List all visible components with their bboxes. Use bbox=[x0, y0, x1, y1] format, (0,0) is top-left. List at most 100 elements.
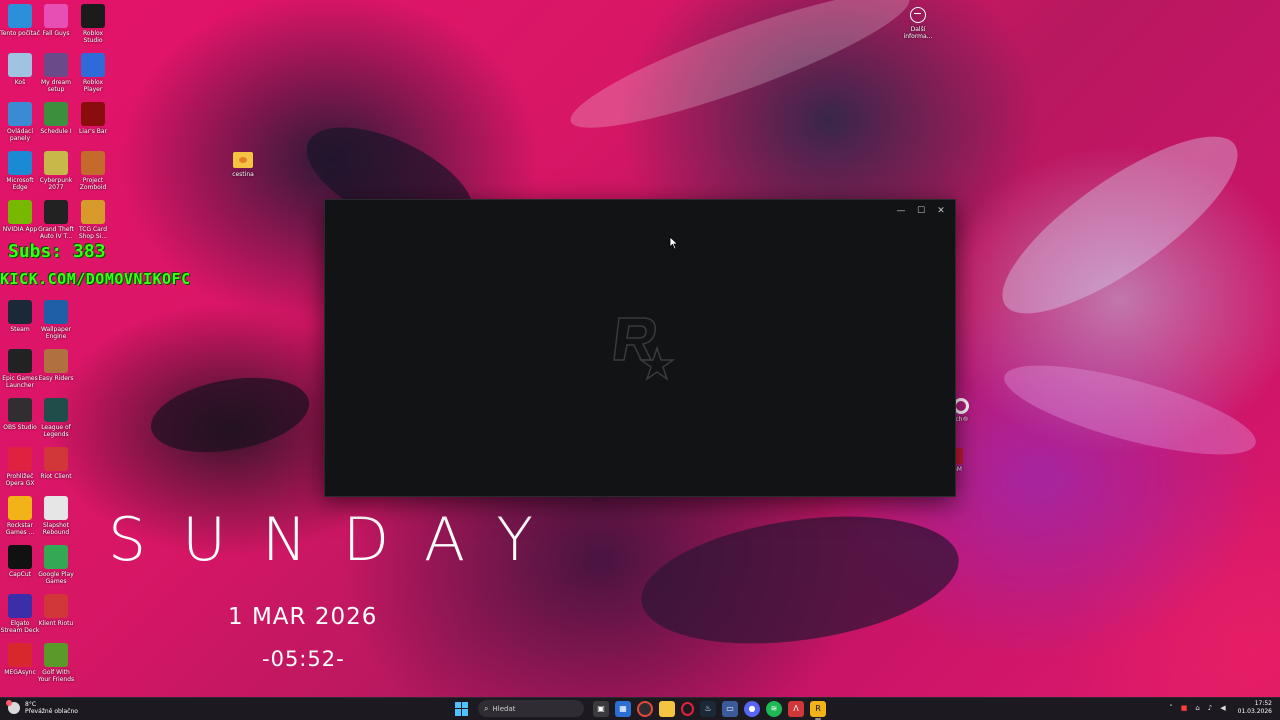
discord-icon[interactable]: ● bbox=[744, 700, 760, 717]
desktop-icon-recycle-bin[interactable]: Koš bbox=[0, 53, 40, 86]
schedule-icon bbox=[44, 102, 68, 126]
rockstar-launcher-window[interactable]: — ☐ ✕ bbox=[324, 199, 956, 497]
desktop-icon-partial-em[interactable]: eM bbox=[953, 448, 973, 473]
desktop-icon-roblox-player[interactable]: Roblox Player bbox=[73, 53, 113, 93]
desktop-icon-wallpaper-engine[interactable]: Wallpaper Engine bbox=[36, 300, 76, 340]
golf-icon bbox=[44, 643, 68, 667]
desktop-folder-cestina[interactable]: cestina bbox=[231, 152, 255, 178]
taskbar-search-box[interactable]: ⌕ Hledat bbox=[478, 700, 584, 717]
control-panel-icon bbox=[8, 102, 32, 126]
start-button[interactable] bbox=[455, 701, 469, 716]
desktop-icon-label: Roblox Studio bbox=[82, 30, 104, 44]
taskbar-center: ⌕ Hledat ▣ ▦ ♨ ▭ ● ≋ Λ R bbox=[455, 700, 829, 720]
chevron-up-icon[interactable]: ˄ bbox=[1169, 704, 1173, 712]
desktop-icon-rockstar[interactable]: Rockstar Games ... bbox=[0, 496, 40, 536]
file-explorer-icon[interactable] bbox=[659, 700, 675, 717]
widgets-icon[interactable]: ▦ bbox=[615, 700, 631, 717]
capcut-icon bbox=[8, 545, 32, 569]
desktop-icon-label: Roblox Player bbox=[82, 79, 104, 93]
desktop-icon-slapshot[interactable]: Slapshot Rebound bbox=[36, 496, 76, 536]
stream-deck-icon bbox=[8, 594, 32, 618]
steam-icon[interactable]: ♨ bbox=[700, 700, 716, 717]
desktop-icon-label: Fall Guys bbox=[42, 30, 70, 37]
rockstar-launcher-taskbar-icon[interactable]: R bbox=[810, 700, 826, 720]
desktop-icon-label: MEGAsync bbox=[4, 669, 36, 676]
riot-client-icon bbox=[44, 594, 68, 618]
desktop-icon-riot-client[interactable]: Klient Riotu bbox=[36, 594, 76, 627]
desktop-icon-nvidia[interactable]: NVIDIA App bbox=[0, 200, 40, 233]
desktop-icon-label: Riot Client bbox=[40, 473, 72, 480]
desktop-icon-liars-bar[interactable]: Liar's Bar bbox=[73, 102, 113, 135]
desktop-icon-label: Grand Theft Auto IV T... bbox=[38, 226, 74, 240]
desktop-icon-project-zomboid[interactable]: Project Zomboid bbox=[73, 151, 113, 191]
desktop-icon-schedule[interactable]: Schedule I bbox=[36, 102, 76, 135]
desktop-icon-label: TCG Card Shop Si... bbox=[78, 226, 108, 240]
maximize-button[interactable]: ☐ bbox=[911, 203, 931, 219]
desktop-icon-mega[interactable]: MEGAsync bbox=[0, 643, 40, 676]
desktop-icon-label: My dream setup bbox=[41, 79, 71, 93]
desktop-icon-label: League of Legends bbox=[41, 424, 71, 438]
antivirus-icon[interactable]: ■ bbox=[1181, 704, 1188, 712]
wallpaper-streak bbox=[633, 498, 967, 662]
obs-icon bbox=[8, 398, 32, 422]
desktop-icon-league-of-legends[interactable]: League of Legends bbox=[36, 398, 76, 438]
desktop-icon-edge[interactable]: Microsoft Edge bbox=[0, 151, 40, 191]
riot-client-icon bbox=[44, 447, 68, 471]
league-of-legends-icon bbox=[44, 398, 68, 422]
desktop-icon-label: NVIDIA App bbox=[2, 226, 38, 233]
weather-description: Převážně oblačno bbox=[25, 708, 78, 715]
desktop-icon-google-play-games[interactable]: Google Play Games bbox=[36, 545, 76, 585]
desktop-icon-my-dream-setup[interactable]: My dream setup bbox=[36, 53, 76, 93]
wallpaper-engine-icon bbox=[44, 300, 68, 324]
microphone-icon[interactable]: ♪ bbox=[1208, 704, 1212, 712]
minimize-button[interactable]: — bbox=[891, 203, 911, 219]
desktop-icon-obs[interactable]: OBS Studio bbox=[0, 398, 40, 431]
desktop-icon-opera-gx[interactable]: Prohlížeč Opera GX bbox=[0, 447, 40, 487]
taskbar-weather-widget[interactable]: 8°C Převážně oblačno bbox=[6, 700, 78, 715]
desktop-icon-epic-games[interactable]: Epic Games Launcher bbox=[0, 349, 40, 389]
desktop-icon-capcut[interactable]: CapCut bbox=[0, 545, 40, 578]
desktop-icon-tcg-card-shop[interactable]: TCG Card Shop Si... bbox=[73, 200, 113, 240]
desktop-icon-dalsi-informace[interactable]: Další informa... bbox=[903, 7, 933, 40]
tcg-card-shop-icon bbox=[81, 200, 105, 224]
desktop-icon-label: Google Play Games bbox=[38, 571, 74, 585]
google-play-games-icon bbox=[44, 545, 68, 569]
spotify-icon[interactable]: ≋ bbox=[766, 700, 782, 717]
volume-icon[interactable]: ◀ bbox=[1220, 704, 1225, 712]
desktop-icon-steam[interactable]: Steam bbox=[0, 300, 40, 333]
desktop-icon-label: Project Zomboid bbox=[79, 177, 107, 191]
mega-icon bbox=[8, 643, 32, 667]
desktop-icon-label: OBS Studio bbox=[3, 424, 37, 431]
desktop-icon-riot-client[interactable]: Riot Client bbox=[36, 447, 76, 480]
monitor-app-icon[interactable]: ▭ bbox=[722, 700, 738, 717]
stream-kick-url: KICK.COM/DOMOVNIKOFC bbox=[0, 270, 191, 288]
desktop-icon-computer[interactable]: Tento počítač bbox=[0, 4, 40, 37]
opera-gx-icon[interactable] bbox=[681, 701, 694, 716]
desktop-icon-golf[interactable]: Golf With Your Friends bbox=[36, 643, 76, 683]
desktop-icon-roblox-studio[interactable]: Roblox Studio bbox=[73, 4, 113, 44]
desktop-icon-cyberpunk[interactable]: Cyberpunk 2077 bbox=[36, 151, 76, 191]
opera-gx-icon bbox=[8, 447, 32, 471]
desktop-icon-label: Klient Riotu bbox=[38, 620, 74, 627]
task-view-icon[interactable]: ▣ bbox=[593, 700, 609, 717]
desktop-icon-easy-riders[interactable]: Easy Riders bbox=[36, 349, 76, 382]
liars-bar-icon bbox=[81, 102, 105, 126]
desktop-icon-gta-iv[interactable]: Grand Theft Auto IV T... bbox=[36, 200, 76, 240]
wallpaper-streak bbox=[979, 107, 1261, 343]
riot-client-icon[interactable]: Λ bbox=[788, 700, 804, 717]
chrome-icon[interactable] bbox=[637, 700, 653, 717]
desktop-icon-stream-deck[interactable]: Elgato Stream Deck bbox=[0, 594, 40, 634]
steam-icon bbox=[8, 300, 32, 324]
desktop-icon-partial-watch[interactable]: tch® bbox=[953, 398, 973, 423]
desktop-icon-label: Schedule I bbox=[40, 128, 72, 135]
desktop-icon-control-panel[interactable]: Ovládací panely bbox=[0, 102, 40, 142]
taskbar-clock[interactable]: 17:52 01.03.2026 bbox=[1238, 700, 1272, 716]
recycle-bin-icon bbox=[8, 53, 32, 77]
wallpaper-streak bbox=[145, 366, 315, 464]
close-button[interactable]: ✕ bbox=[931, 203, 951, 219]
wallpaper-time: -05:52- bbox=[262, 647, 345, 671]
network-icon[interactable]: ⌂ bbox=[1195, 704, 1199, 712]
desktop-icon-fall-guys[interactable]: Fall Guys bbox=[36, 4, 76, 37]
desktop-icon-label: Elgato Stream Deck bbox=[0, 620, 40, 634]
wallpaper-date: 1 MAR 2026 bbox=[228, 604, 378, 630]
